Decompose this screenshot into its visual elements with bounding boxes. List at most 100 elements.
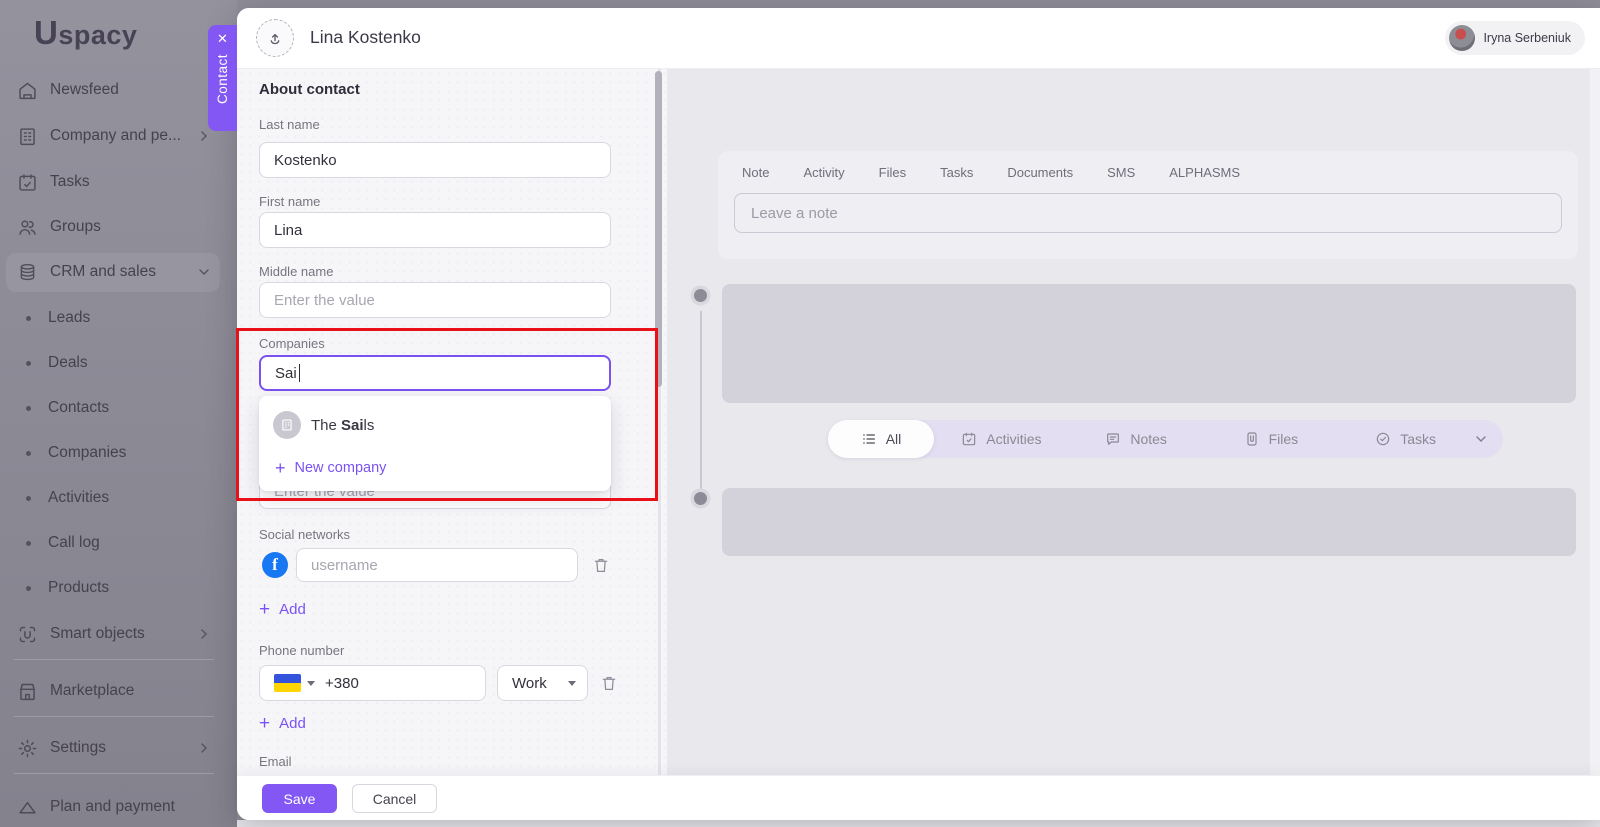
plus-icon: + (259, 599, 271, 620)
trash-icon[interactable] (600, 674, 618, 693)
sidebar-divider (14, 773, 214, 774)
note-tabs: Note Activity Files Tasks Documents SMS … (742, 165, 1240, 180)
tab-alphasms[interactable]: ALPHASMS (1169, 165, 1240, 180)
company-option-the-sails[interactable]: The Sails (259, 408, 611, 451)
user-menu[interactable]: Iryna Serbeniuk (1445, 21, 1585, 55)
sidebar-item-contacts[interactable]: Contacts (0, 395, 237, 421)
filter-activities[interactable]: Activities (934, 431, 1069, 447)
bullet-icon (26, 495, 31, 501)
logo-u-mark: U (34, 14, 59, 51)
bullet-icon (26, 540, 31, 546)
sidebar-item-activities[interactable]: Activities (0, 485, 237, 511)
sidebar-item-groups[interactable]: Groups (0, 214, 237, 240)
avatar (1449, 25, 1476, 51)
note-card: Note Activity Files Tasks Documents SMS … (718, 151, 1578, 259)
last-name-field[interactable]: Kostenko (259, 142, 611, 178)
timeline-filter-bar: All Activities Notes Files Tasks (828, 420, 1503, 458)
bullet-icon (26, 315, 31, 321)
filter-files[interactable]: Files (1204, 431, 1339, 447)
ukraine-flag-icon (274, 674, 301, 692)
storefront-icon (17, 681, 38, 702)
sidebar-item-call-log[interactable]: Call log (0, 530, 237, 556)
save-button[interactable]: Save (262, 784, 337, 813)
modal-header: Lina Kostenko Iryna Serbeniuk (237, 8, 1600, 69)
contact-panel-tab[interactable]: ✕ Contact (208, 25, 237, 131)
timeline-connector (699, 311, 702, 489)
chevron-down-icon (307, 680, 315, 686)
leave-note-input[interactable]: Leave a note (734, 193, 1562, 233)
cancel-button[interactable]: Cancel (352, 784, 437, 813)
modal-footer: Save Cancel (237, 775, 1600, 820)
timeline-panel: Note Activity Files Tasks Documents SMS … (667, 69, 1600, 775)
sidebar-item-leads[interactable]: Leads (0, 305, 237, 331)
logo-wordmark: spacy (58, 20, 138, 50)
sidebar: Uspacy Newsfeed Company and pe... Tasks … (0, 0, 237, 827)
social-networks-label: Social networks (259, 527, 351, 542)
gear-icon (17, 738, 38, 759)
chevron-down-icon (568, 680, 576, 686)
sidebar-item-plan-and-payment[interactable]: Plan and payment (0, 794, 237, 820)
tab-note[interactable]: Note (742, 165, 769, 180)
timeline-item-placeholder (722, 488, 1576, 556)
middle-name-field[interactable]: Enter the value (259, 282, 611, 318)
middle-name-label: Middle name (259, 264, 334, 279)
tab-sms[interactable]: SMS (1107, 165, 1135, 180)
bullet-icon (26, 360, 31, 366)
sidebar-item-settings[interactable]: Settings (0, 735, 237, 761)
trash-icon[interactable] (592, 556, 610, 575)
uspacy-logo[interactable]: Uspacy (34, 14, 137, 52)
tab-activity[interactable]: Activity (803, 165, 844, 180)
filter-notes[interactable]: Notes (1069, 431, 1204, 447)
sidebar-item-company-and-people[interactable]: Company and pe... (0, 123, 237, 149)
email-label: Email (259, 754, 292, 769)
add-phone-button[interactable]: + Add (259, 714, 306, 733)
avatar-upload-button[interactable] (256, 19, 294, 57)
companies-label: Companies (259, 336, 325, 351)
facebook-icon[interactable]: f (262, 552, 288, 578)
chevron-right-icon (196, 740, 212, 756)
file-clip-icon (1244, 431, 1260, 447)
bullet-icon (26, 405, 31, 411)
filter-tasks[interactable]: Tasks (1338, 431, 1473, 447)
add-social-button[interactable]: + Add (259, 600, 306, 619)
sidebar-item-tasks[interactable]: Tasks (0, 169, 237, 195)
companies-field[interactable]: Sai (259, 355, 611, 391)
companies-dropdown: The Sails + New company (259, 396, 611, 491)
chevron-down-icon (196, 264, 212, 280)
bullet-icon (26, 585, 31, 591)
tab-tasks[interactable]: Tasks (940, 165, 973, 180)
sidebar-item-smart-objects[interactable]: Smart objects (0, 621, 237, 647)
sidebar-item-crm-and-sales[interactable]: CRM and sales (0, 259, 237, 285)
app-root: Uspacy Newsfeed Company and pe... Tasks … (0, 0, 1600, 827)
about-contact-panel: About contact Last name Kostenko First n… (237, 69, 667, 775)
phone-field[interactable]: +380 (259, 665, 486, 701)
page-title: Lina Kostenko (310, 27, 421, 47)
timeline-item-placeholder (722, 284, 1576, 403)
contact-modal: Lina Kostenko Iryna Serbeniuk About cont… (237, 8, 1600, 820)
sidebar-item-newsfeed[interactable]: Newsfeed (0, 77, 237, 103)
sidebar-item-marketplace[interactable]: Marketplace (0, 678, 237, 704)
tab-documents[interactable]: Documents (1007, 165, 1073, 180)
tab-files[interactable]: Files (879, 165, 906, 180)
filter-all[interactable]: All (828, 420, 934, 458)
company-avatar-icon (273, 411, 301, 439)
country-code-select[interactable] (274, 674, 315, 692)
plus-icon: + (275, 458, 286, 478)
sidebar-divider (14, 659, 214, 660)
form-scrollbar-thumb[interactable] (655, 71, 662, 387)
social-username-field[interactable]: username (296, 548, 578, 582)
close-icon[interactable]: ✕ (217, 32, 228, 45)
timeline-dot (694, 492, 707, 505)
sidebar-item-companies[interactable]: Companies (0, 440, 237, 466)
new-company-button[interactable]: + New company (259, 451, 611, 477)
phone-number-label: Phone number (259, 643, 345, 658)
database-stack-icon (17, 262, 38, 283)
sidebar-item-products[interactable]: Products (0, 575, 237, 601)
first-name-field[interactable]: Lina (259, 212, 611, 248)
chevron-right-icon (196, 626, 212, 642)
chevron-down-icon[interactable] (1473, 431, 1503, 447)
sidebar-item-deals[interactable]: Deals (0, 350, 237, 376)
timeline-scrollbar-track[interactable] (1590, 69, 1600, 775)
phone-type-select[interactable]: Work (497, 665, 588, 701)
home-icon (17, 80, 38, 101)
